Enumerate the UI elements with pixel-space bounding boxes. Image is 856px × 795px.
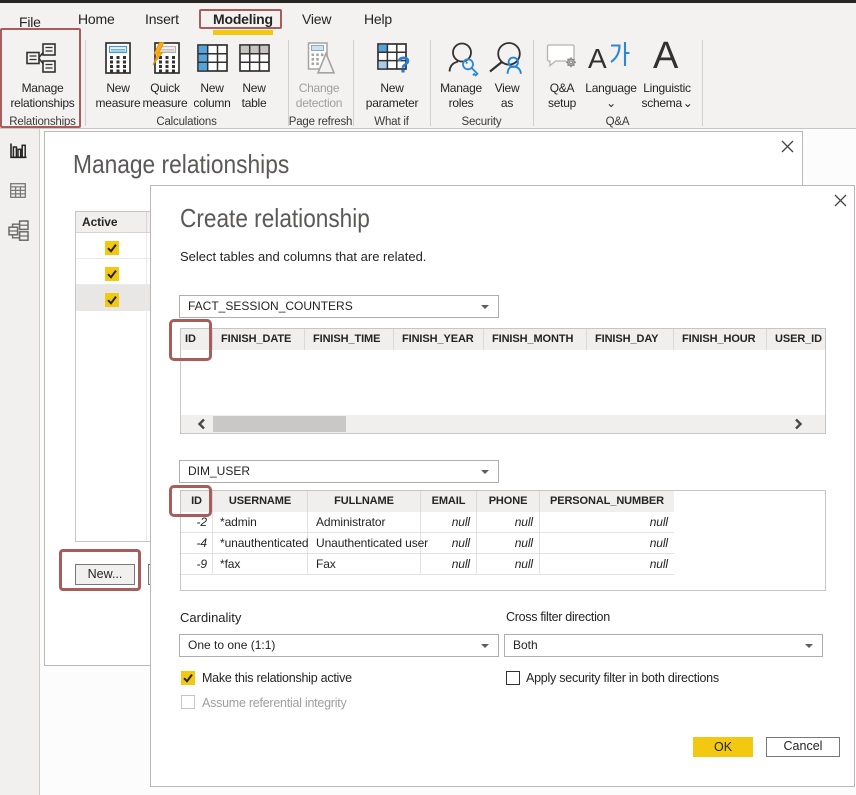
svg-text:?: ? bbox=[397, 52, 411, 75]
